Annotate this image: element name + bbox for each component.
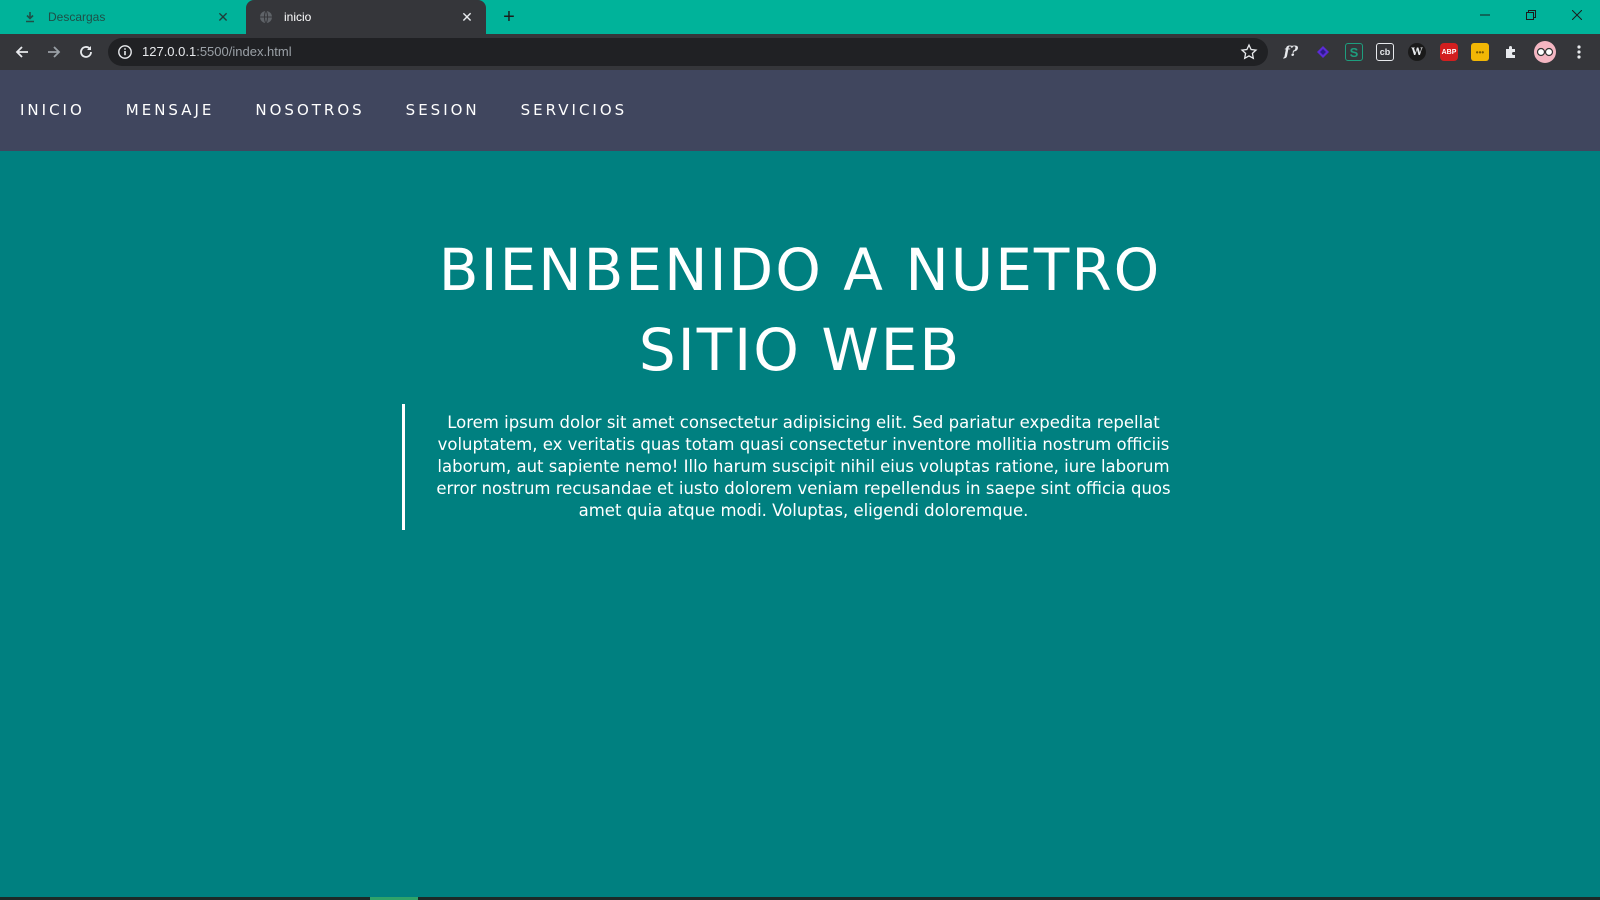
close-window-icon[interactable] <box>1554 0 1600 30</box>
reload-icon[interactable] <box>74 40 98 64</box>
page-viewport: INICIO MENSAJE NOSOTROS SESION SERVICIOS… <box>0 70 1600 900</box>
info-icon[interactable] <box>117 44 133 60</box>
back-icon[interactable] <box>10 40 34 64</box>
restore-icon[interactable] <box>1508 0 1554 30</box>
tab-title: Descargas <box>48 10 106 24</box>
site-navbar: INICIO MENSAJE NOSOTROS SESION SERVICIOS <box>0 70 1600 151</box>
browser-toolbar: 127.0.0.1:5500/index.html f? S cb W ABP … <box>0 34 1600 70</box>
new-tab-button[interactable]: + <box>498 6 520 28</box>
w-extension-icon[interactable]: W <box>1408 43 1426 61</box>
hero-title: BIENBENIDO A NUETRO SITIO WEB <box>300 230 1300 390</box>
bookmark-star-icon[interactable] <box>1240 43 1258 61</box>
hero-title-line-1: BIENBENIDO A NUETRO <box>438 236 1162 304</box>
url-host: 127.0.0.1 <box>142 44 197 59</box>
url-path: :5500/index.html <box>196 44 292 59</box>
cb-extension-icon[interactable]: cb <box>1376 43 1394 61</box>
menu-kebab-icon[interactable] <box>1570 43 1588 61</box>
s-extension-icon[interactable]: S <box>1345 43 1363 61</box>
hero-blockquote: Lorem ipsum dolor sit amet consectetur a… <box>402 404 1192 530</box>
purple-extension-icon[interactable] <box>1314 43 1332 61</box>
close-icon[interactable]: ✕ <box>214 8 232 26</box>
tab-title: inicio <box>284 10 312 24</box>
abp-icon[interactable]: ABP <box>1440 43 1458 61</box>
forward-icon[interactable] <box>42 40 66 64</box>
browser-tab-strip: Descargas ✕ inicio ✕ + <box>0 0 1600 34</box>
fx-icon[interactable]: f? <box>1282 43 1300 61</box>
nav-link-inicio[interactable]: INICIO <box>20 101 85 119</box>
nav-link-mensaje[interactable]: MENSAJE <box>126 101 215 119</box>
nav-link-servicios[interactable]: SERVICIOS <box>521 101 628 119</box>
globe-icon <box>258 9 274 25</box>
download-icon <box>22 9 38 25</box>
minimize-icon[interactable] <box>1462 0 1508 30</box>
hero-title-line-2: SITIO WEB <box>638 316 962 384</box>
tab-descargas[interactable]: Descargas ✕ <box>10 0 242 34</box>
yellow-extension-icon[interactable]: ••• <box>1471 43 1489 61</box>
tab-inicio[interactable]: inicio ✕ <box>246 0 486 34</box>
url-text: 127.0.0.1:5500/index.html <box>142 44 292 60</box>
nav-link-nosotros[interactable]: NOSOTROS <box>255 101 364 119</box>
hero-paragraph: Lorem ipsum dolor sit amet consectetur a… <box>436 413 1171 520</box>
avatar[interactable] <box>1534 41 1556 63</box>
close-icon[interactable]: ✕ <box>458 8 476 26</box>
address-bar[interactable]: 127.0.0.1:5500/index.html <box>108 38 1268 66</box>
puzzle-icon[interactable] <box>1502 43 1520 61</box>
nav-link-sesion[interactable]: SESION <box>406 101 480 119</box>
